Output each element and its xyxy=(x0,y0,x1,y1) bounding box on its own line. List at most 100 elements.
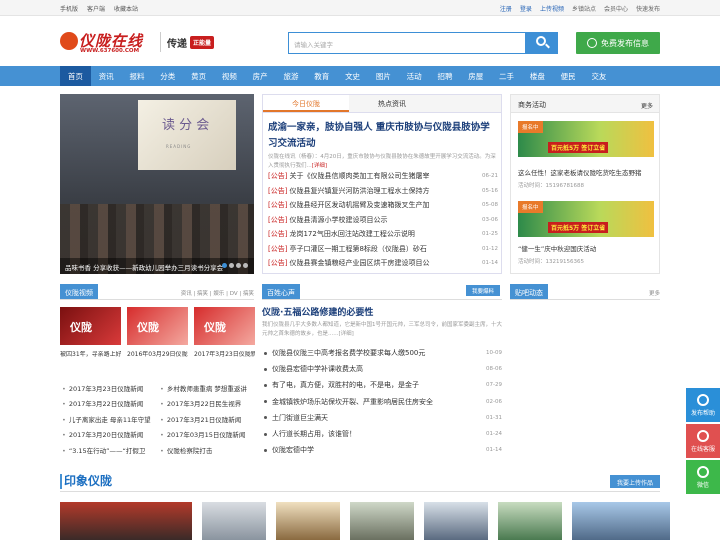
list-item[interactable]: [公告] 关于《仪陇县信顺肉类加工有限公司生猪屠宰 06-21 xyxy=(268,169,498,184)
edit-icon xyxy=(587,38,597,48)
nav-item[interactable]: 房产 xyxy=(245,66,276,86)
nav-item[interactable]: 二手 xyxy=(491,66,522,86)
nav-item[interactable]: 首页 xyxy=(60,66,91,86)
publish-button[interactable]: 免费发布信息 xyxy=(576,32,660,54)
header: 仪陇在线 WWW.637600.COM 传递 正能量 请输入关键字 免费发布信息 xyxy=(0,16,720,66)
list-item[interactable]: 2017年3月23日仪陇新闻 xyxy=(62,383,160,393)
biz-more-link[interactable]: 更多 xyxy=(641,101,653,110)
nav-item[interactable]: 文史 xyxy=(337,66,368,86)
list-item[interactable]: [公告] 仪陇县复兴镇复兴河防洪治理工程水土保持方 05-16 xyxy=(268,184,498,199)
register-link[interactable]: 注册 xyxy=(500,4,512,13)
slide-image: 读 分 会 READING xyxy=(138,100,236,170)
photo-thumb[interactable] xyxy=(60,502,192,540)
photo-thumb[interactable] xyxy=(572,502,670,540)
nav-item[interactable]: 活动 xyxy=(399,66,430,86)
list-item[interactable]: 仪陇宏德中学 01-14 xyxy=(262,442,502,458)
slogan-badge: 正能量 xyxy=(190,35,215,49)
nav-item[interactable]: 房屋 xyxy=(460,66,491,86)
help-float-button[interactable]: 发布帮助 xyxy=(686,388,720,422)
nav-item[interactable]: 旅游 xyxy=(276,66,307,86)
video-thumb[interactable]: 仪陇 2017年3月23日仪陇新闻 xyxy=(194,307,255,358)
quick-publish-dropdown[interactable]: 快速发布 xyxy=(636,4,660,13)
video-thumb[interactable]: 仪陇 2016年03月29日仪陇新闻 xyxy=(127,307,188,358)
activity-banner: 百元抵5万 签订立省 xyxy=(548,142,609,153)
list-item[interactable]: 仪陇县宏德中学补课收费太高 08-06 xyxy=(262,361,502,377)
activity-card[interactable]: 报名中 百元抵5万 签订立省 xyxy=(518,201,654,237)
report-button[interactable]: 我要爆料 xyxy=(465,285,500,296)
main-nav: 首页 资讯 报料 分类 黄页 视频 房产 旅游 教育 文史 图片 活动 招聘 房… xyxy=(0,66,720,86)
list-item[interactable]: 人行道长期占用，该谁管！ 01-24 xyxy=(262,426,502,442)
bookmark-link[interactable]: 收藏本站 xyxy=(114,4,138,13)
impression-section-header: 印象仪陇 我要上传作品 xyxy=(59,470,660,492)
list-item[interactable]: 仪陇县仪陇三中高考报名费学校要求每人缴500元 10-09 xyxy=(262,345,502,361)
member-center-dropdown[interactable]: 会员中心 xyxy=(604,4,628,13)
wechat-float-button[interactable]: 微信 xyxy=(686,460,720,494)
video-thumb[interactable]: 仪陇 被囚31年，寻亲路上好想你--寨生父 xyxy=(60,307,121,358)
video-section-header: 仪陇视频 资讯 | 搞笑 | 娱乐 | DV | 搞笑 xyxy=(60,284,254,300)
business-activity-panel: 商务活动 更多 报名中 百元抵5万 签订立省 这么任性！这家老板请仪陇吃货吃生态… xyxy=(510,94,660,274)
voice-panel: 仪陇·五福公路修建的必要性 我们仪陇县几乎大多数人都知道，它是新中国1号开国元帅… xyxy=(262,305,502,458)
nav-item[interactable]: 便民 xyxy=(553,66,584,86)
activity-title[interactable]: 这么任性！这家老板请仪陇吃货吃生态野猪 xyxy=(518,167,642,177)
slogan: 传递 正能量 xyxy=(160,32,215,52)
list-item[interactable]: [公告] 仪陇县赛金镇粮经产业园区烘干房建设项目公 01-14 xyxy=(268,256,498,271)
photo-thumb[interactable] xyxy=(424,502,488,540)
list-item[interactable]: [公告] 龙岗172气田水回注站改建工程公示说明 01-25 xyxy=(268,227,498,242)
nav-item[interactable]: 交友 xyxy=(584,66,615,86)
nav-item[interactable]: 图片 xyxy=(368,66,399,86)
activity-card[interactable]: 报名中 百元抵5万 签订立省 xyxy=(518,121,654,157)
slider-dots[interactable] xyxy=(222,263,248,268)
list-item[interactable]: [公告] 仪陇县清源小学校建设项目公示 03-06 xyxy=(268,213,498,228)
tieba-more-link[interactable]: 更多 xyxy=(649,289,660,297)
news-headline[interactable]: 成渝一家亲，肢协自强人 重庆市肢协与仪陇县肢协学习交流活动 xyxy=(268,120,498,152)
list-item[interactable]: 2017年3月22日仪陇新闻 xyxy=(62,398,160,408)
list-item[interactable]: [公告] 仪陇县经开区发动机摇臂及变速箱拨叉生产加 05-08 xyxy=(268,198,498,213)
photo-slider[interactable]: 读 分 会 READING 品味书香 分享收获——新政幼儿园举办三月读书分享会 xyxy=(60,94,254,274)
nav-item[interactable]: 教育 xyxy=(306,66,337,86)
tab-today[interactable]: 今日仪陇 xyxy=(263,95,349,112)
list-item[interactable]: [公告] 亭子口灌区一期工程第8标段（仪陇县）砂石 01-12 xyxy=(268,242,498,257)
search-button[interactable] xyxy=(526,32,558,54)
video-category-links[interactable]: 资讯 | 搞笑 | 娱乐 | DV | 搞笑 xyxy=(181,289,254,297)
photo-thumb[interactable] xyxy=(350,502,414,540)
help-icon xyxy=(697,394,709,406)
search-input[interactable]: 请输入关键字 xyxy=(288,32,526,54)
list-item[interactable]: 仪陇检察院打击 xyxy=(160,445,258,455)
list-item[interactable]: 2017年3月21日仪陇新闻 xyxy=(160,414,258,424)
list-item[interactable]: 土门街道巨尘满天 01-31 xyxy=(262,410,502,426)
list-item[interactable]: 2017年03月15日仪陇新闻 xyxy=(160,429,258,439)
site-nav-dropdown[interactable]: 乡镇站点 xyxy=(572,4,596,13)
mobile-link[interactable]: 手机版 xyxy=(60,4,78,13)
nav-item[interactable]: 楼盘 xyxy=(522,66,553,86)
nav-item[interactable]: 黄页 xyxy=(183,66,214,86)
nav-item[interactable]: 分类 xyxy=(152,66,183,86)
tab-hot[interactable]: 热点资讯 xyxy=(349,95,435,112)
wechat-icon xyxy=(697,466,709,478)
list-item[interactable]: 乡村教师患重病 梦想重返讲 xyxy=(160,383,258,393)
photo-thumb[interactable] xyxy=(498,502,562,540)
list-item[interactable]: 有了电，真方便，双胜村的电，不是电，是金子 07-29 xyxy=(262,377,502,393)
list-item[interactable]: 金城镇铁炉场乐站保坎开裂、严重影响居民住房安全 02-06 xyxy=(262,394,502,410)
list-item[interactable]: 2017年3月20日仪陇新闻 xyxy=(62,429,160,439)
nav-item[interactable]: 招聘 xyxy=(430,66,461,86)
list-item[interactable]: 2017年3月22日民生视界 xyxy=(160,398,258,408)
activity-contact: 活动时间：13219156365 xyxy=(518,259,584,265)
login-link[interactable]: 登录 xyxy=(520,4,532,13)
voice-summary: 我们仪陇县几乎大多数人都知道，它是新中国1号开国元帅，三军总司令，前国家军委副主… xyxy=(262,322,503,337)
client-link[interactable]: 客户端 xyxy=(87,4,105,13)
photo-thumb[interactable] xyxy=(202,502,266,540)
upload-video-link[interactable]: 上传视频 xyxy=(540,4,564,13)
logo-icon xyxy=(60,32,78,50)
activity-title[interactable]: “健一生”庆中秋迎国庆活动 xyxy=(518,243,596,253)
upload-work-button[interactable]: 我要上传作品 xyxy=(609,475,660,488)
list-item[interactable]: “3.15在行动”——“打假卫 xyxy=(62,445,160,455)
nav-item[interactable]: 资讯 xyxy=(91,66,122,86)
list-item[interactable]: 儿子离家出走 母亲11年守望 xyxy=(62,414,160,424)
nav-item[interactable]: 视频 xyxy=(214,66,245,86)
nav-item[interactable]: 报料 xyxy=(122,66,153,86)
service-float-button[interactable]: 在线客服 xyxy=(686,424,720,458)
site-logo[interactable]: 仪陇在线 WWW.637600.COM xyxy=(60,30,155,56)
photo-thumb[interactable] xyxy=(276,502,340,540)
video-caption: 被囚31年，寻亲路上好想你--寨生父 xyxy=(60,351,121,358)
voice-headline[interactable]: 仪陇·五福公路修建的必要性 xyxy=(262,305,502,318)
